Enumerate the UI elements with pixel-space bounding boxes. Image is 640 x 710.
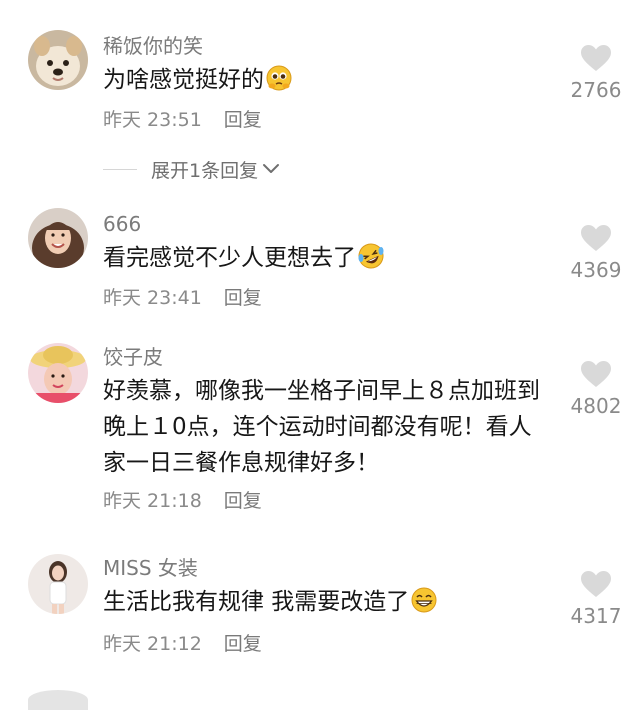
heart-icon [581, 225, 611, 251]
like-count: 4317 [570, 604, 622, 628]
like-button[interactable]: 2766 [566, 44, 626, 102]
girl-avatar-icon [28, 208, 88, 268]
comment-text: 好羡慕，哪像我一坐格子间早上８点加班到晚上１0点，连个运动时间都没有呢！看人家一… [103, 378, 540, 476]
comment-time: 昨天 23:51 [103, 109, 202, 131]
chevron-down-icon [263, 164, 280, 173]
comment-time: 昨天 21:18 [103, 490, 202, 512]
comment-text: 生活比我有规律 我需要改造了 [103, 584, 543, 620]
avatar[interactable] [28, 208, 88, 268]
reply-button[interactable]: 回复 [224, 109, 262, 131]
comment-body: 生活比我有规律 我需要改造了 [103, 589, 410, 615]
heart-icon [581, 571, 611, 597]
comment-item: 稀饭你的笑 为啥感觉挺好的 昨天 23:51 回复 2766 展开1条回复 [0, 0, 640, 200]
comment-item: MISS 女装 生活比我有规律 我需要改造了 昨天 21:12 回复 4317 [0, 540, 640, 690]
reply-button[interactable]: 回复 [224, 490, 262, 512]
heart-icon [581, 361, 611, 387]
username[interactable]: MISS 女装 [103, 556, 198, 580]
like-button[interactable]: 4802 [566, 360, 626, 418]
comment-body: 看完感觉不少人更想去了 [103, 245, 356, 271]
username[interactable]: 666 [103, 212, 141, 236]
like-count: 4802 [570, 394, 622, 418]
dog-avatar-icon [28, 30, 88, 90]
avatar[interactable] [28, 30, 88, 90]
comment-item: 饺子皮 好羡慕，哪像我一坐格子间早上８点加班到晚上１0点，连个运动时间都没有呢！… [0, 340, 640, 540]
comment-meta: 昨天 21:18 回复 [103, 489, 262, 513]
username[interactable]: 饺子皮 [103, 345, 163, 369]
avatar[interactable] [28, 554, 88, 614]
comment-time: 昨天 23:41 [103, 287, 202, 309]
grinning-face-emoji-icon [411, 587, 437, 613]
comment-item: 666 看完感觉不少人更想去了 昨天 23:41 回复 4369 [0, 200, 640, 340]
comment-meta: 昨天 23:41 回复 [103, 286, 262, 310]
expand-replies-button[interactable]: 展开1条回复 [103, 157, 280, 182]
comment-meta: 昨天 23:51 回复 [103, 108, 262, 132]
comment-text: 看完感觉不少人更想去了 [103, 240, 543, 276]
heart-icon [581, 45, 611, 71]
fashion-avatar-icon [28, 554, 88, 614]
next-avatar-peek [28, 690, 88, 710]
reply-button[interactable]: 回复 [224, 633, 262, 655]
like-count: 4369 [570, 258, 622, 282]
rolling-laughing-emoji-icon [358, 243, 384, 269]
username[interactable]: 稀饭你的笑 [103, 34, 203, 58]
like-count: 2766 [570, 78, 622, 102]
comment-time: 昨天 21:12 [103, 633, 202, 655]
divider-line [103, 168, 137, 170]
like-button[interactable]: 4317 [566, 570, 626, 628]
avatar[interactable] [28, 343, 88, 403]
comment-text: 为啥感觉挺好的 [103, 62, 543, 98]
comment-body: 为啥感觉挺好的 [103, 67, 264, 93]
hat-girl-avatar-icon [28, 343, 88, 403]
expand-replies-label: 展开1条回复 [151, 159, 259, 182]
like-button[interactable]: 4369 [566, 224, 626, 282]
pleading-face-emoji-icon [266, 65, 292, 91]
reply-button[interactable]: 回复 [224, 287, 262, 309]
comment-meta: 昨天 21:12 回复 [103, 632, 262, 656]
